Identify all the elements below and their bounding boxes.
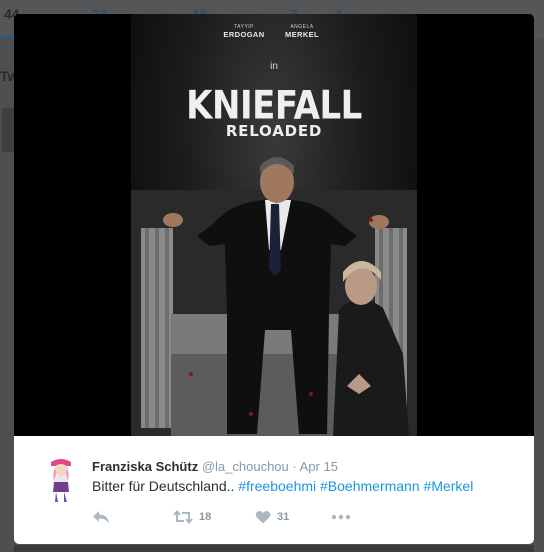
tweet-text: Bitter für Deutschland.. #freeboehmi #Bo… (92, 478, 473, 494)
hashtag-link[interactable]: #Merkel (424, 478, 474, 494)
retweet-button[interactable]: 18 (173, 506, 211, 528)
poster-last-name: MERKEL (284, 30, 320, 39)
media-viewer[interactable]: TAYYIP ERDOGAN ANGELA MERKEL in KNIEFALL… (14, 14, 534, 436)
background-strip (14, 545, 534, 552)
reply-button[interactable] (92, 506, 110, 528)
poster-last-name: ERDOGAN (223, 30, 265, 39)
media-modal: TAYYIP ERDOGAN ANGELA MERKEL in KNIEFALL… (14, 14, 534, 544)
tweet-header: Franziska Schütz @la_chouchou · Apr 15 (92, 459, 338, 474)
reply-icon (93, 511, 109, 523)
tweet-text-body: Bitter für Deutschland.. (92, 478, 239, 494)
header-separator: · (292, 459, 297, 474)
more-icon (331, 514, 351, 520)
hashtag-link[interactable]: #Boehmermann (320, 478, 420, 494)
poster-image[interactable]: TAYYIP ERDOGAN ANGELA MERKEL in KNIEFALL… (131, 14, 417, 436)
hashtag-link[interactable]: #freeboehmi (238, 478, 316, 494)
poster-subtitle: RELOADED (225, 122, 323, 140)
tweet-actions: 18 31 (92, 506, 392, 528)
tweet-date[interactable]: Apr 15 (300, 459, 338, 474)
avatar[interactable] (46, 456, 76, 504)
poster-in-text: in (270, 61, 278, 72)
poster-name-merkel: ANGELA MERKEL (277, 24, 327, 39)
heart-icon (255, 510, 271, 524)
user-handle[interactable]: @la_chouchou (202, 459, 289, 474)
like-button[interactable]: 31 (255, 506, 289, 528)
display-name[interactable]: Franziska Schütz (92, 459, 198, 474)
poster-artwork (131, 157, 417, 436)
poster-name-erdogan: TAYYIP ERDOGAN (219, 24, 269, 39)
tweet-card: Franziska Schütz @la_chouchou · Apr 15 B… (14, 436, 534, 544)
more-button[interactable] (331, 506, 351, 528)
retweet-icon (173, 510, 193, 524)
retweet-count: 18 (199, 511, 212, 523)
like-count: 31 (277, 511, 290, 523)
